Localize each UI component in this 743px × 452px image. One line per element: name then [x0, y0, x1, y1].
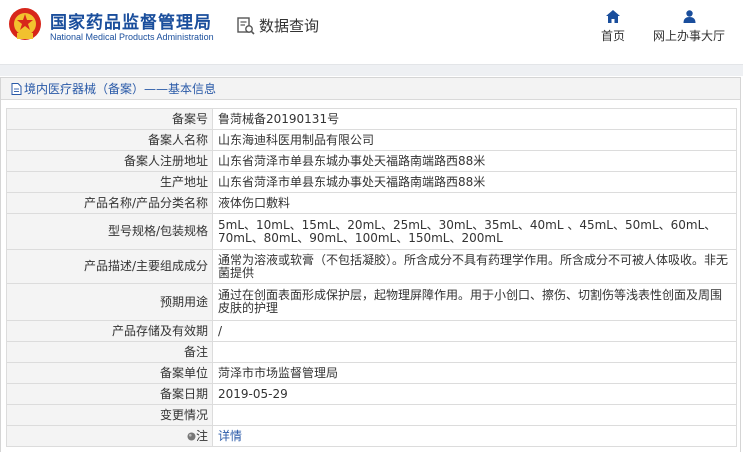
row-label: 备案人名称 — [6, 129, 213, 151]
table-row: 备案人注册地址 山东省菏泽市单县东城办事处天福路南端路西88米 — [6, 150, 737, 172]
row-value: 通常为溶液或软膏（不包括凝胶）。所含成分不具有药理学作用。所含成分不可被人体吸收… — [212, 249, 737, 284]
panel-title-bar: 境内医疗器械（备案）——基本信息 — [1, 78, 740, 100]
row-value: 液体伤口敷料 — [212, 192, 737, 214]
table-row: 产品名称/产品分类名称 液体伤口敷料 — [6, 192, 737, 214]
row-label: 备注 — [6, 341, 213, 363]
row-label: 型号规格/包装规格 — [6, 213, 213, 250]
row-label: 产品描述/主要组成成分 — [6, 249, 213, 284]
user-icon — [683, 10, 695, 23]
table-row: 备案日期 2019-05-29 — [6, 383, 737, 405]
row-value: 2019-05-29 — [212, 383, 737, 405]
row-value: 鲁菏械备20190131号 — [212, 108, 737, 130]
note-label-cell: 注 — [6, 425, 213, 447]
row-label: 备案日期 — [6, 383, 213, 405]
nav-hall-label: 网上办事大厅 — [652, 29, 725, 43]
details-link[interactable]: 详情 — [218, 429, 242, 443]
row-label: 变更情况 — [6, 404, 213, 426]
document-icon — [11, 82, 22, 95]
nav-online-hall[interactable]: 网上办事大厅 — [648, 10, 730, 44]
data-query-label: 数据查询 — [259, 17, 320, 35]
bullet-icon — [187, 432, 196, 440]
row-value: 5mL、10mL、15mL、20mL、25mL、30mL、35mL、40mL 、… — [212, 213, 737, 250]
row-label: 备案单位 — [6, 362, 213, 384]
record-detail-table: 备案号 鲁菏械备20190131号 备案人名称 山东海迪科医用制品有限公司 备案… — [6, 108, 737, 447]
row-value: 山东海迪科医用制品有限公司 — [212, 129, 737, 151]
org-name-en[interactable]: National Medical Products Administration — [50, 32, 214, 42]
panel-title: 境内医疗器械（备案）——基本信息 — [24, 82, 217, 96]
header-divider — [0, 64, 743, 76]
row-value: 山东省菏泽市单县东城办事处天福路南端路西88米 — [212, 150, 737, 172]
details-cell: 详情 — [212, 425, 737, 447]
table-row: 生产地址 山东省菏泽市单县东城办事处天福路南端路西88米 — [6, 171, 737, 193]
table-row: 预期用途 通过在创面表面形成保护层，起物理屏障作用。用于小创口、擦伤、切割伤等浅… — [6, 283, 737, 321]
table-row: 备案号 鲁菏械备20190131号 — [6, 108, 737, 130]
row-value: 山东省菏泽市单县东城办事处天福路南端路西88米 — [212, 171, 737, 193]
table-row: 产品描述/主要组成成分 通常为溶液或软膏（不包括凝胶）。所含成分不具有药理学作用… — [6, 249, 737, 284]
site-header: 国家药品监督管理局 National Medical Products Admi… — [0, 0, 743, 64]
nav-home[interactable]: 首页 — [596, 10, 630, 44]
row-label: 备案人注册地址 — [6, 150, 213, 172]
row-value — [212, 404, 737, 426]
nav-home-label: 首页 — [600, 29, 625, 43]
table-row: 型号规格/包装规格 5mL、10mL、15mL、20mL、25mL、30mL、3… — [6, 213, 737, 250]
document-search-icon — [237, 16, 255, 35]
row-label: 产品存储及有效期 — [6, 320, 213, 342]
row-label: 产品名称/产品分类名称 — [6, 192, 213, 214]
org-name-cn[interactable]: 国家药品监督管理局 — [50, 8, 212, 33]
table-row: 变更情况 — [6, 404, 737, 426]
table-row: 备注 — [6, 341, 737, 363]
table-row: 产品存储及有效期 / — [6, 320, 737, 342]
row-value: 菏泽市市场监督管理局 — [212, 362, 737, 384]
table-row: 备案人名称 山东海迪科医用制品有限公司 — [6, 129, 737, 151]
row-value: 通过在创面表面形成保护层，起物理屏障作用。用于小创口、擦伤、切割伤等浅表性创面及… — [212, 283, 737, 321]
row-value: / — [212, 320, 737, 342]
row-label: 预期用途 — [6, 283, 213, 321]
home-icon — [606, 10, 620, 23]
table-row: 注 详情 — [6, 425, 737, 447]
row-label: 生产地址 — [6, 171, 213, 193]
row-label: 注 — [195, 428, 208, 443]
row-label: 备案号 — [6, 108, 213, 130]
record-panel: 境内医疗器械（备案）——基本信息 备案号 鲁菏械备20190131号 备案人名称… — [0, 77, 741, 452]
data-query-title: 数据查询 — [237, 15, 319, 36]
national-emblem-icon — [9, 8, 41, 40]
row-value — [212, 341, 737, 363]
table-row: 备案单位 菏泽市市场监督管理局 — [6, 362, 737, 384]
